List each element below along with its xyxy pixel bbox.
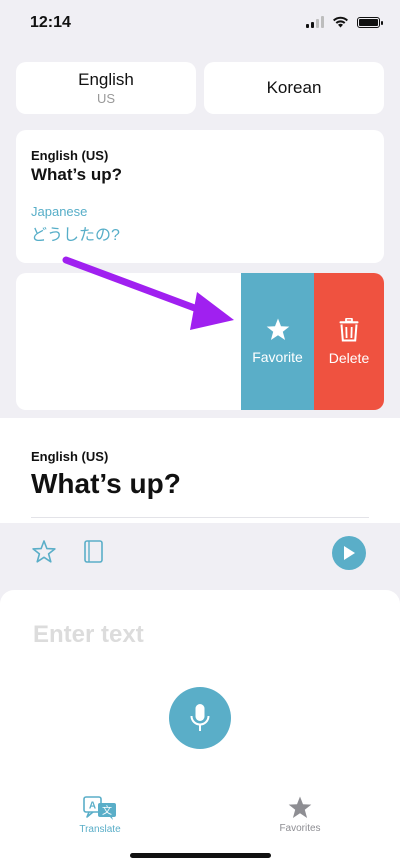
- source-language-region: US: [96, 91, 116, 106]
- play-audio-button[interactable]: [332, 536, 366, 570]
- battery-icon: [357, 16, 383, 28]
- result-action-row: [0, 523, 400, 583]
- star-icon: [288, 796, 312, 818]
- favorite-star-button[interactable]: [32, 540, 56, 568]
- home-indicator: [130, 853, 271, 858]
- text-input[interactable]: [31, 620, 365, 650]
- target-language-name: Korean: [266, 78, 322, 97]
- star-outline-icon: [32, 540, 56, 563]
- microphone-icon: [190, 704, 210, 731]
- tab-favorites-label: Favorites: [279, 823, 321, 834]
- tab-translate[interactable]: A 文 Translate: [60, 796, 140, 835]
- svg-text:文: 文: [102, 804, 112, 817]
- status-icons: [306, 16, 383, 28]
- source-language-name: English: [78, 70, 134, 89]
- tab-translate-label: Translate: [79, 824, 121, 835]
- book-icon: [84, 540, 103, 563]
- result-text: What’s up?: [31, 468, 181, 499]
- target-language-button[interactable]: Korean: [204, 62, 384, 114]
- result-language: English (US): [31, 449, 109, 464]
- play-icon: [344, 546, 355, 560]
- swiped-history-card[interactable]: Favorite Delete: [16, 273, 384, 410]
- history-card[interactable]: English (US) What’s up? Japanese どうしたの?: [16, 130, 384, 263]
- source-language-button[interactable]: English US: [16, 62, 196, 114]
- cellular-signal-icon: [306, 16, 324, 28]
- svg-text:A: A: [89, 801, 96, 812]
- tab-favorites[interactable]: Favorites: [260, 796, 340, 834]
- history-source-language: English (US): [31, 148, 109, 163]
- wifi-icon: [333, 16, 348, 28]
- favorite-swipe-label: Favorite: [252, 349, 303, 365]
- trash-icon: [339, 317, 359, 341]
- translation-result-panel: English (US) What’s up?: [0, 418, 400, 523]
- favorite-swipe-button[interactable]: Favorite: [241, 273, 314, 410]
- delete-swipe-button[interactable]: Delete: [314, 273, 384, 410]
- dictionary-button[interactable]: [84, 540, 104, 569]
- microphone-button[interactable]: [169, 687, 231, 749]
- star-icon: [266, 318, 289, 340]
- translate-icon: A 文: [83, 796, 116, 820]
- result-divider: [31, 517, 369, 518]
- history-target-language: Japanese: [31, 204, 88, 219]
- status-bar: 12:14: [0, 0, 400, 46]
- history-target-text: どうしたの?: [31, 227, 120, 244]
- delete-swipe-label: Delete: [328, 349, 370, 366]
- status-time: 12:14: [30, 14, 71, 31]
- history-source-text: What’s up?: [31, 165, 122, 184]
